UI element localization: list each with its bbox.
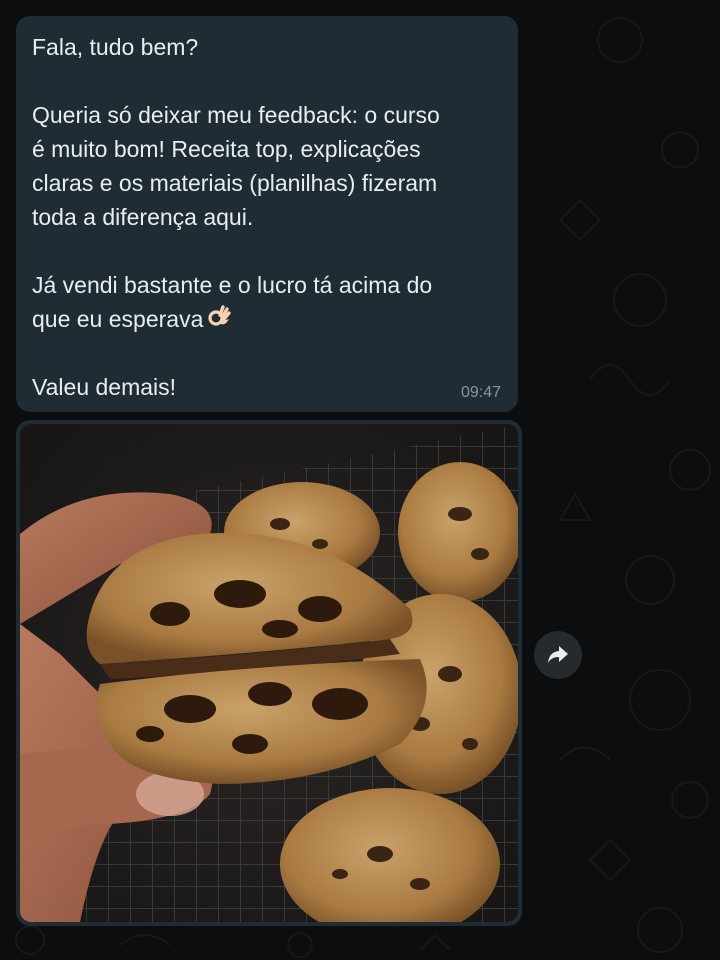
message-timestamp: 09:47 (460, 384, 501, 401)
message-closing: Valeu demais! (32, 374, 177, 400)
message-paragraph-sales: Já vendi bastante e o lucro tá acima do … (32, 268, 502, 336)
chat-view: Fala, tudo bem? Queria só deixar meu fee… (0, 0, 720, 960)
forward-arrow-icon (548, 646, 568, 663)
photo-message[interactable] (16, 420, 522, 926)
message-paragraph-feedback: Queria só deixar meu feedback: o curso é… (32, 102, 440, 230)
message-greeting: Fala, tudo bem? (32, 34, 199, 60)
forward-button[interactable] (534, 631, 582, 679)
ok-hand-emoji (208, 305, 232, 326)
incoming-message-bubble[interactable]: Fala, tudo bem? Queria só deixar meu fee… (16, 16, 518, 412)
cookie-photo[interactable] (20, 424, 518, 922)
